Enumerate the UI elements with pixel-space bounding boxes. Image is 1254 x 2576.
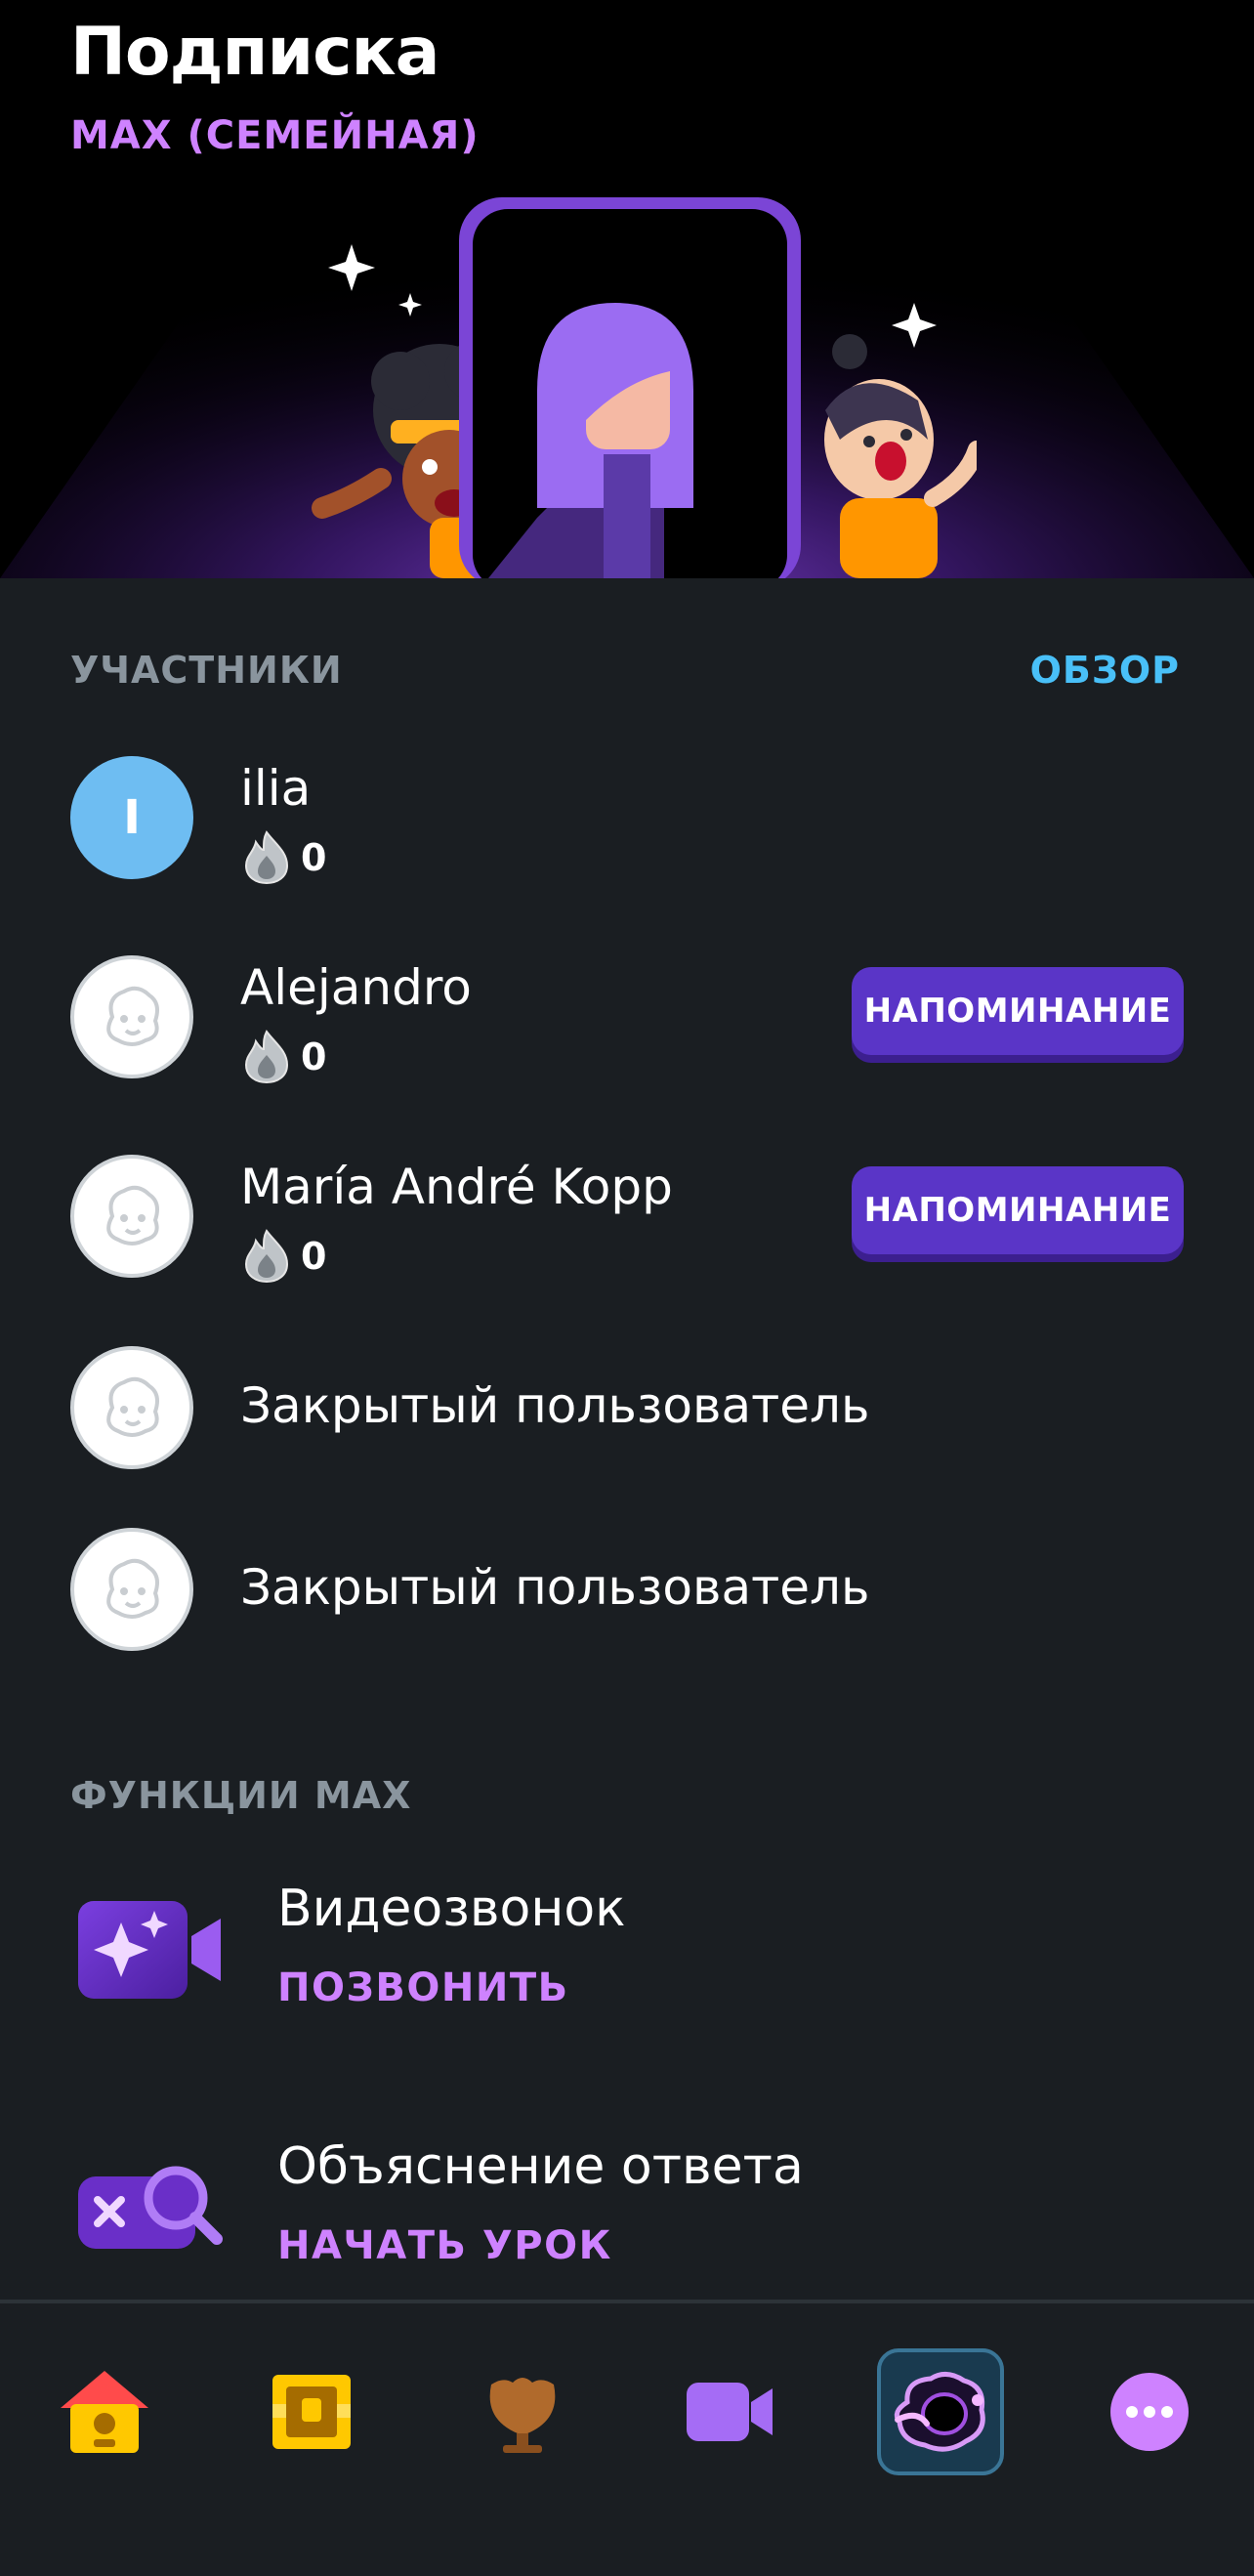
streak-indicator: 0 [242, 1229, 326, 1284]
home-icon [61, 2371, 148, 2453]
start-lesson-button[interactable]: НАЧАТЬ УРОК [277, 2223, 612, 2268]
avatar [70, 955, 193, 1078]
member-name: Закрытый пользователь [240, 1377, 870, 1434]
avatar [70, 1528, 193, 1651]
streak-count: 0 [301, 1035, 327, 1078]
default-avatar-icon [106, 1185, 159, 1246]
member-row[interactable]: Alejandro 0 НАПОМИНАНИЕ [70, 955, 1184, 1084]
streak-flame-icon [244, 830, 289, 885]
max-icon [894, 2372, 985, 2452]
more-icon [1110, 2373, 1189, 2451]
tab-more[interactable] [1086, 2348, 1213, 2475]
streak-count: 0 [301, 1235, 327, 1278]
default-avatar-icon [106, 1558, 159, 1619]
member-row[interactable]: María André Kopp 0 НАПОМИНАНИЕ [70, 1155, 1184, 1284]
sparkle-icon [398, 293, 422, 317]
feature-video-call[interactable]: Видеозвонок ПОЗВОНИТЬ [70, 1879, 1184, 2046]
feature-explain-answer[interactable]: Объяснение ответа НАЧАТЬ УРОК [70, 2137, 1184, 2303]
sparkle-icon [328, 244, 375, 291]
streak-indicator: 0 [242, 1030, 326, 1084]
avatar: I [70, 756, 193, 879]
avatar [70, 1346, 193, 1469]
default-avatar-icon [106, 1376, 159, 1437]
explain-answer-icon [78, 2166, 223, 2249]
remind-button[interactable]: НАПОМИНАНИЕ [852, 967, 1184, 1055]
features-section-label: ФУНКЦИИ MAX [70, 1774, 412, 1817]
feature-title: Видеозвонок [277, 1879, 626, 1938]
avatar [70, 1155, 193, 1278]
streak-flame-icon [244, 1030, 289, 1084]
member-name: Alejandro [240, 959, 472, 1016]
sparkle-icon [892, 303, 937, 348]
default-avatar-icon [106, 986, 159, 1046]
remind-button[interactable]: НАПОМИНАНИЕ [852, 1166, 1184, 1254]
treasure-chest-icon [272, 2375, 351, 2449]
member-name: ilia [240, 760, 312, 817]
video-call-icon [687, 2383, 773, 2441]
video-call-icon [78, 1901, 221, 1999]
page-title: Подписка [70, 14, 440, 91]
subscription-hero: Подписка MAX (СЕМЕЙНАЯ) [0, 0, 1254, 578]
tab-max[interactable] [877, 2348, 1004, 2475]
streak-count: 0 [301, 836, 327, 879]
member-row[interactable]: Закрытый пользователь [70, 1528, 1184, 1655]
hero-illustration [312, 197, 977, 578]
member-name: Закрытый пользователь [240, 1559, 870, 1616]
league-trophy-icon [489, 2378, 556, 2453]
tab-quests[interactable] [248, 2348, 375, 2475]
members-section-label: УЧАСТНИКИ [70, 649, 343, 692]
overview-link[interactable]: ОБЗОР [1030, 649, 1180, 692]
bottom-tab-bar [0, 2300, 1254, 2576]
plan-name: MAX (СЕМЕЙНАЯ) [70, 113, 480, 158]
streak-flame-icon [244, 1229, 289, 1284]
feature-title: Объяснение ответа [277, 2137, 804, 2196]
tab-home[interactable] [41, 2348, 168, 2475]
member-row[interactable]: Закрытый пользователь [70, 1346, 1184, 1473]
phone-illustration [459, 197, 801, 578]
tab-video-call[interactable] [666, 2348, 793, 2475]
call-button[interactable]: ПОЗВОНИТЬ [277, 1965, 569, 2010]
streak-indicator: 0 [242, 830, 326, 885]
lily-character [824, 334, 977, 578]
member-row[interactable]: I ilia 0 [70, 756, 1184, 885]
member-name: María André Kopp [240, 1159, 673, 1215]
tab-leagues[interactable] [459, 2348, 586, 2475]
